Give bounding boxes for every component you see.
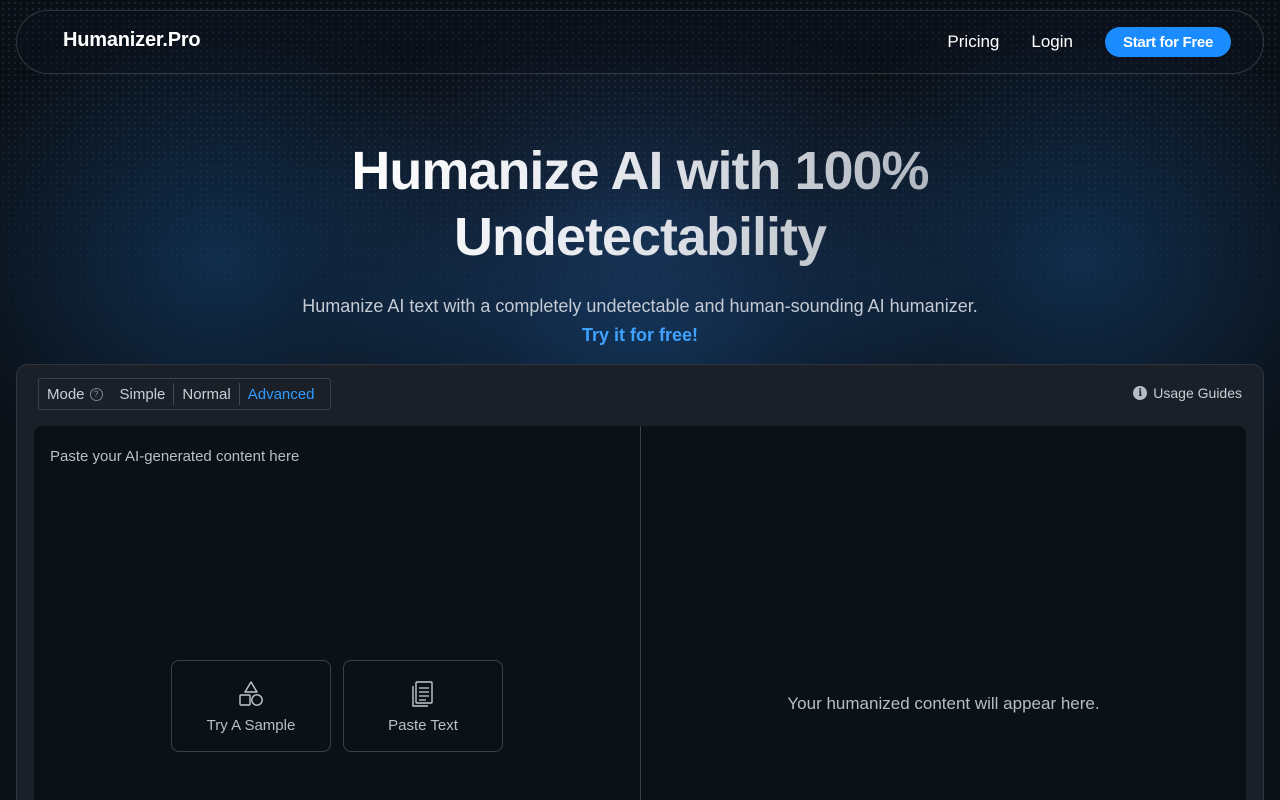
shapes-icon	[239, 680, 263, 706]
info-icon: i	[1133, 386, 1148, 400]
usage-guides-link[interactable]: i Usage Guides	[1133, 385, 1242, 401]
try-sample-label: Try A Sample	[206, 716, 296, 734]
editor: Try A Sample Paste Text Your humanized	[34, 426, 1246, 800]
output-pane: Your humanized content will appear here.	[641, 426, 1246, 800]
mode-selector: Mode ? Simple Normal Advanced	[38, 378, 332, 410]
mode-option-simple[interactable]: Simple	[112, 386, 174, 403]
navbar: Humanizer.Pro Pricing Login Start for Fr…	[16, 10, 1264, 74]
mode-option-normal[interactable]: Normal	[174, 386, 238, 403]
hero-title: Humanize AI with 100% Undetectability	[330, 138, 950, 270]
nav-link-login[interactable]: Login	[1031, 32, 1073, 52]
try-sample-button[interactable]: Try A Sample	[171, 660, 331, 752]
usage-guides-label: Usage Guides	[1153, 385, 1242, 401]
page: Humanizer.Pro Pricing Login Start for Fr…	[0, 0, 1280, 800]
logo[interactable]: Humanizer.Pro	[63, 29, 201, 52]
mode-option-advanced[interactable]: Advanced	[240, 386, 323, 403]
input-pane: Try A Sample Paste Text	[34, 426, 641, 800]
content-input[interactable]	[34, 426, 640, 800]
hero: Humanize AI with 100% Undetectability Hu…	[0, 138, 1280, 346]
nav-right: Pricing Login Start for Free	[947, 27, 1231, 57]
mode-label: Mode	[47, 385, 85, 403]
paste-text-label: Paste Text	[388, 716, 458, 734]
paste-text-button[interactable]: Paste Text	[343, 660, 503, 752]
hero-subtitle: Humanize AI text with a completely undet…	[302, 296, 978, 316]
humanizer-panel: Mode ? Simple Normal Advanced i Usage Gu…	[16, 364, 1264, 800]
help-icon[interactable]: ?	[89, 387, 103, 401]
document-icon	[412, 680, 433, 707]
nav-link-pricing[interactable]: Pricing	[947, 32, 999, 52]
output-placeholder: Your humanized content will appear here.	[787, 694, 1100, 713]
try-free-link[interactable]: Try it for free!	[0, 325, 1280, 346]
start-for-free-button[interactable]: Start for Free	[1105, 27, 1231, 57]
